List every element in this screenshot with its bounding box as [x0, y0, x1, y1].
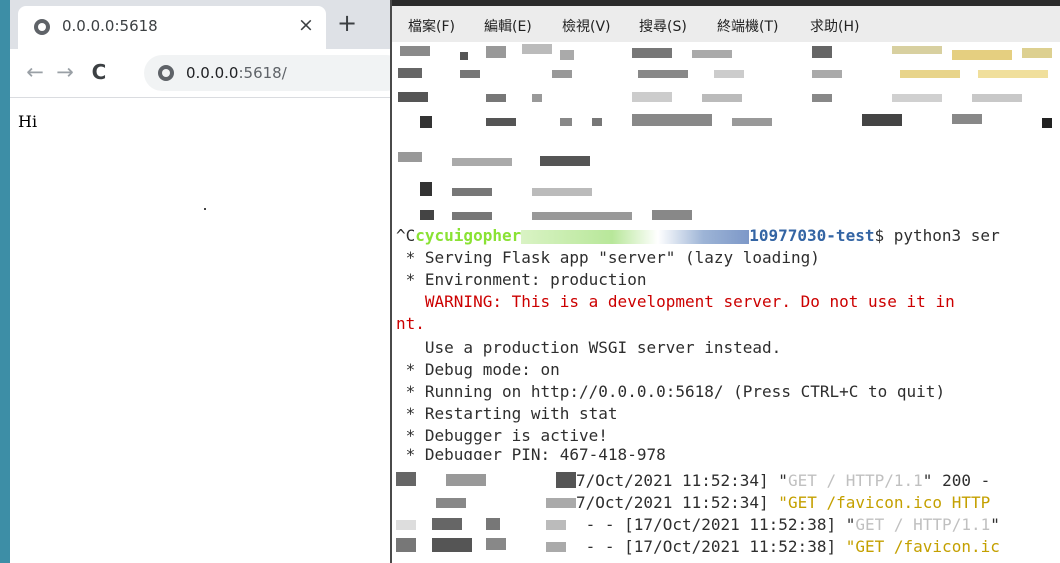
output-line: * Restarting with stat [396, 404, 618, 423]
new-tab-icon[interactable]: + [332, 8, 362, 38]
address-host: 0.0.0.0 [186, 64, 239, 82]
log-line: - - [17/Oct/2021 11:52:38] "GET /favicon… [576, 536, 1000, 558]
log-line: - - [17/Oct/2021 11:52:38] "GET / HTTP/1… [576, 514, 1000, 536]
terminal-window: 檔案(F) 編輯(E) 檢視(V) 搜尋(S) 終端機(T) 求助(H) ^Cc… [390, 0, 1060, 563]
obscured-host [521, 229, 750, 244]
menu-help[interactable]: 求助(H) [810, 16, 859, 36]
warning-line-wrap: nt. [396, 314, 425, 333]
obscured-ip [396, 514, 576, 536]
output-line: * Serving Flask app "server" (lazy loadi… [396, 248, 820, 267]
terminal-menubar: 檔案(F) 編輯(E) 檢視(V) 搜尋(S) 終端機(T) 求助(H) [392, 6, 1060, 42]
menu-search[interactable]: 搜尋(S) [639, 16, 687, 36]
log-status: 200 - [932, 471, 991, 490]
log-request: GET / HTTP/1.1 [787, 471, 923, 490]
tab-strip: 0.0.0.0:5618 × + [10, 0, 392, 49]
log-quote: " [778, 471, 788, 490]
page-dot [204, 208, 206, 210]
log-quote: " [990, 515, 1000, 534]
log-request: GET / HTTP/1.1 [855, 515, 991, 534]
output-line: * Running on http://0.0.0.0:5618/ (Press… [396, 382, 946, 401]
output-line: * Debugger PIN: 467-418-978 [396, 445, 666, 460]
output-line: * Debug mode: on [396, 360, 560, 379]
log-quote: " [845, 515, 856, 534]
log-timestamp: 7/Oct/2021 11:52:34] [576, 471, 779, 490]
prompt-user: cycuigopher [415, 226, 522, 245]
log-timestamp: - - [17/Oct/2021 11:52:38] [576, 515, 846, 534]
page-text: Hi [18, 112, 38, 131]
browser-toolbar: ← → C 0.0.0.0:5618/ [10, 49, 392, 98]
menu-file[interactable]: 檔案(F) [408, 16, 455, 36]
prompt-command: $ python3 ser [874, 226, 1000, 245]
address-path: :5618/ [238, 64, 287, 82]
terminal-output[interactable]: ^Ccycuigopher 10977030-test$ python3 ser … [392, 42, 1060, 563]
prompt-prefix: ^C [396, 226, 416, 245]
globe-icon [34, 19, 50, 35]
browser-tab[interactable]: 0.0.0.0:5618 × [18, 6, 326, 49]
log-quote: " [922, 471, 933, 490]
back-icon[interactable]: ← [22, 59, 48, 85]
log-timestamp: - - [17/Oct/2021 11:52:38] [576, 537, 846, 556]
obscured-ip [396, 470, 576, 492]
log-quote: " [778, 493, 788, 512]
address-url[interactable]: 0.0.0.0:5618/ [186, 64, 287, 82]
obscured-output-top [392, 42, 1060, 222]
address-bar[interactable]: 0.0.0.0:5618/ [144, 55, 392, 91]
site-info-icon[interactable] [158, 65, 174, 81]
log-line: 7/Oct/2021 11:52:34] "GET /favicon.ico H… [576, 492, 990, 514]
output-line: * Environment: production [396, 270, 647, 289]
menu-view[interactable]: 檢視(V) [562, 16, 611, 36]
obscured-ip [396, 536, 576, 558]
close-icon[interactable]: × [298, 14, 314, 36]
reload-icon[interactable]: C [86, 59, 112, 85]
tab-title: 0.0.0.0:5618 [62, 17, 158, 35]
prompt-line: ^Ccycuigopher 10977030-test$ python3 ser [396, 225, 1000, 247]
log-request: GET /favicon.ic [855, 537, 1000, 556]
prompt-dir: 10977030-test [749, 226, 875, 245]
log-request: GET /favicon.ico HTTP [787, 493, 991, 512]
log-quote: " [845, 537, 856, 556]
warning-line: WARNING: This is a development server. D… [396, 292, 955, 311]
output-line: Use a production WSGI server instead. [396, 338, 782, 357]
obscured-ip [396, 492, 576, 514]
menu-edit[interactable]: 編輯(E) [484, 16, 532, 36]
log-timestamp: 7/Oct/2021 11:52:34] [576, 493, 779, 512]
menu-terminal[interactable]: 終端機(T) [717, 16, 778, 36]
browser-window: 0.0.0.0:5618 × + ← → C 0.0.0.0:5618/ Hi [10, 0, 392, 563]
forward-icon[interactable]: → [52, 59, 78, 85]
log-line: 7/Oct/2021 11:52:34] "GET / HTTP/1.1" 20… [576, 470, 990, 492]
